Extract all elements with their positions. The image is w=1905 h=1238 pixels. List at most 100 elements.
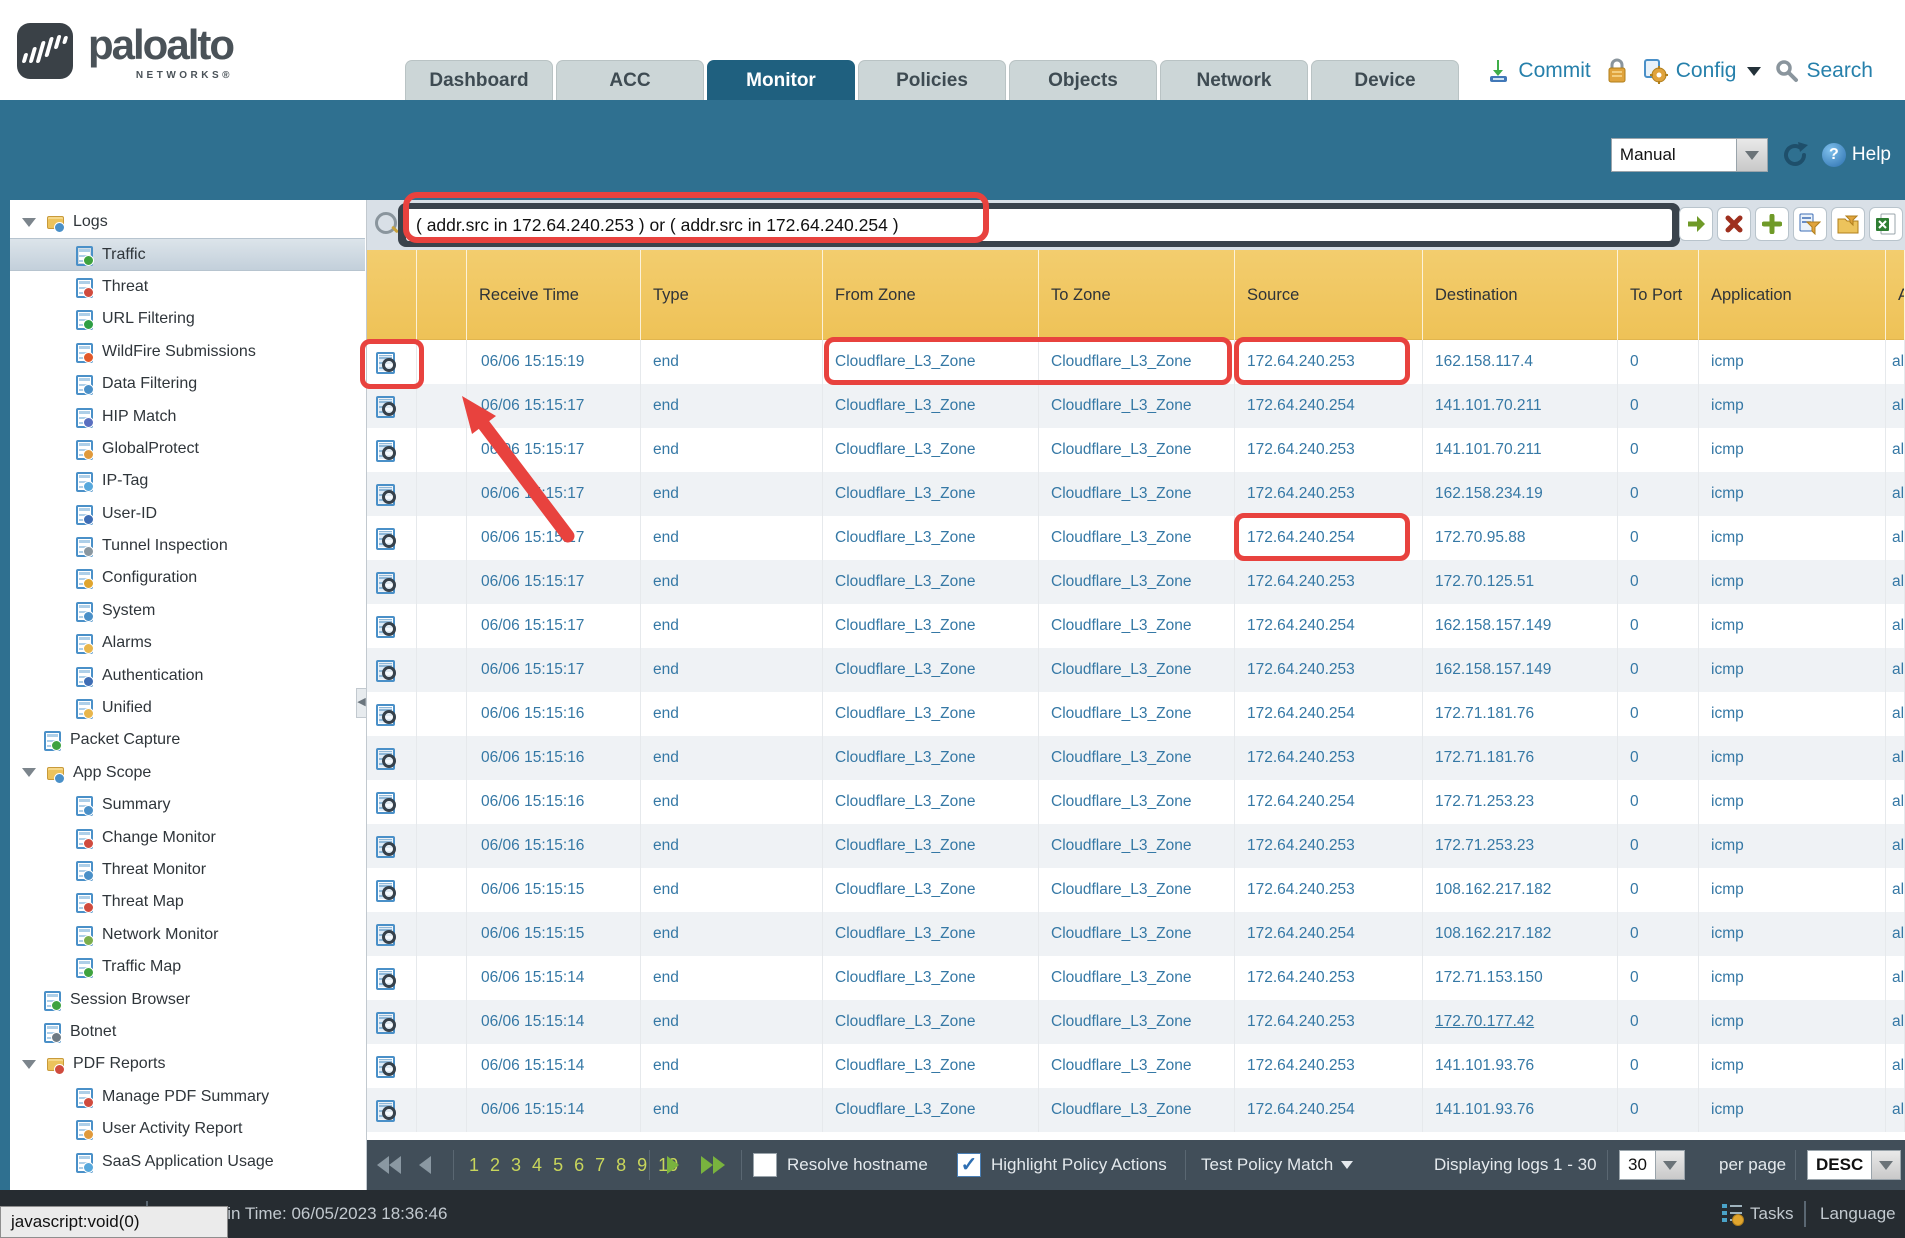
cell-to-port[interactable]: 0 bbox=[1618, 648, 1699, 692]
column-header-to-port[interactable]: To Port bbox=[1618, 250, 1699, 340]
sidebar-item-botnet[interactable]: Botnet bbox=[10, 1016, 365, 1048]
log-detail-icon[interactable] bbox=[376, 1056, 396, 1076]
cell-action[interactable]: allow bbox=[1886, 780, 1905, 824]
sidebar-item-pdf-reports[interactable]: PDF Reports bbox=[10, 1048, 365, 1080]
cell-to-port[interactable]: 0 bbox=[1618, 692, 1699, 736]
cell-source[interactable]: 172.64.240.253 bbox=[1235, 868, 1423, 912]
config-menu[interactable]: Config bbox=[1643, 58, 1762, 84]
column-header-detail[interactable] bbox=[367, 250, 417, 340]
cell-detail[interactable] bbox=[367, 648, 417, 692]
log-detail-icon[interactable] bbox=[376, 528, 396, 548]
sidebar-item-session-browser[interactable]: Session Browser bbox=[10, 983, 365, 1015]
cell-from-zone[interactable]: Cloudflare_L3_Zone bbox=[823, 516, 1039, 560]
sidebar-item-url-filtering[interactable]: URL Filtering bbox=[10, 303, 365, 335]
cell-detail[interactable] bbox=[367, 516, 417, 560]
cell-destination[interactable]: 162.158.157.149 bbox=[1423, 648, 1618, 692]
column-header-receive-time[interactable]: Receive Time bbox=[467, 250, 641, 340]
sidebar-item-saas-application-usage[interactable]: SaaS Application Usage bbox=[10, 1145, 365, 1177]
cell-application[interactable]: icmp bbox=[1699, 340, 1886, 384]
cell-action[interactable]: allow bbox=[1886, 1000, 1905, 1044]
cell-from-zone[interactable]: Cloudflare_L3_Zone bbox=[823, 472, 1039, 516]
sidebar-item-data-filtering[interactable]: Data Filtering bbox=[10, 368, 365, 400]
resolve-hostname-checkbox[interactable] bbox=[753, 1153, 777, 1177]
cell-application[interactable]: icmp bbox=[1699, 824, 1886, 868]
page-number-2[interactable]: 2 bbox=[490, 1140, 500, 1190]
cell-from-zone[interactable]: Cloudflare_L3_Zone bbox=[823, 384, 1039, 428]
cell-from-zone[interactable]: Cloudflare_L3_Zone bbox=[823, 560, 1039, 604]
cell-source[interactable]: 172.64.240.253 bbox=[1235, 428, 1423, 472]
cell-to-zone[interactable]: Cloudflare_L3_Zone bbox=[1039, 1088, 1235, 1132]
cell-action[interactable]: allow bbox=[1886, 340, 1905, 384]
log-detail-icon[interactable] bbox=[376, 396, 396, 416]
log-detail-icon[interactable] bbox=[376, 924, 396, 944]
cell-source[interactable]: 172.64.240.254 bbox=[1235, 692, 1423, 736]
cell-to-port[interactable]: 0 bbox=[1618, 472, 1699, 516]
cell-action[interactable]: allow bbox=[1886, 384, 1905, 428]
cell-from-zone[interactable]: Cloudflare_L3_Zone bbox=[823, 868, 1039, 912]
cell-source[interactable]: 172.64.240.254 bbox=[1235, 384, 1423, 428]
cell-detail[interactable] bbox=[367, 560, 417, 604]
cell-from-zone[interactable]: Cloudflare_L3_Zone bbox=[823, 1044, 1039, 1088]
column-header-type[interactable]: Type bbox=[641, 250, 823, 340]
language-button[interactable]: Language bbox=[1820, 1190, 1896, 1238]
cell-from-zone[interactable]: Cloudflare_L3_Zone bbox=[823, 648, 1039, 692]
log-detail-icon[interactable] bbox=[376, 1100, 396, 1120]
cell-to-zone[interactable]: Cloudflare_L3_Zone bbox=[1039, 428, 1235, 472]
search-button[interactable]: Search bbox=[1775, 59, 1873, 83]
cell-detail[interactable] bbox=[367, 1000, 417, 1044]
cell-detail[interactable] bbox=[367, 692, 417, 736]
cell-application[interactable]: icmp bbox=[1699, 1044, 1886, 1088]
cell-source[interactable]: 172.64.240.253 bbox=[1235, 736, 1423, 780]
log-detail-icon[interactable] bbox=[376, 1012, 396, 1032]
page-number-7[interactable]: 7 bbox=[595, 1140, 605, 1190]
help-button[interactable]: ? Help bbox=[1822, 143, 1891, 167]
sidebar-item-wildfire-submissions[interactable]: WildFire Submissions bbox=[10, 336, 365, 368]
cell-source[interactable]: 172.64.240.254 bbox=[1235, 912, 1423, 956]
column-header-from-zone[interactable]: From Zone bbox=[823, 250, 1039, 340]
cell-to-port[interactable]: 0 bbox=[1618, 868, 1699, 912]
cell-to-port[interactable]: 0 bbox=[1618, 780, 1699, 824]
cell-to-port[interactable]: 0 bbox=[1618, 912, 1699, 956]
cell-source[interactable]: 172.64.240.254 bbox=[1235, 604, 1423, 648]
cell-to-port[interactable]: 0 bbox=[1618, 560, 1699, 604]
sidebar-item-threat[interactable]: Threat bbox=[10, 271, 365, 303]
sidebar-item-app-scope[interactable]: App Scope bbox=[10, 757, 365, 789]
sidebar-item-system[interactable]: System bbox=[10, 595, 365, 627]
column-header-to-zone[interactable]: To Zone bbox=[1039, 250, 1235, 340]
cell-action[interactable]: allow bbox=[1886, 868, 1905, 912]
cell-action[interactable]: allow bbox=[1886, 912, 1905, 956]
log-detail-icon[interactable] bbox=[376, 660, 396, 680]
cell-from-zone[interactable]: Cloudflare_L3_Zone bbox=[823, 428, 1039, 472]
cell-application[interactable]: icmp bbox=[1699, 736, 1886, 780]
page-number-1[interactable]: 1 bbox=[469, 1140, 479, 1190]
cell-to-zone[interactable]: Cloudflare_L3_Zone bbox=[1039, 1000, 1235, 1044]
cell-to-port[interactable]: 0 bbox=[1618, 1044, 1699, 1088]
page-number-5[interactable]: 5 bbox=[553, 1140, 563, 1190]
cell-destination[interactable]: 172.70.177.42 bbox=[1423, 1000, 1618, 1044]
sidebar-collapse-handle[interactable]: ◀ bbox=[356, 688, 367, 718]
cell-destination[interactable]: 162.158.117.4 bbox=[1423, 340, 1618, 384]
cell-action[interactable]: allow bbox=[1886, 736, 1905, 780]
cell-to-port[interactable]: 0 bbox=[1618, 824, 1699, 868]
cell-to-zone[interactable]: Cloudflare_L3_Zone bbox=[1039, 1044, 1235, 1088]
cell-source[interactable]: 172.64.240.253 bbox=[1235, 472, 1423, 516]
cell-action[interactable]: allow bbox=[1886, 472, 1905, 516]
cell-destination[interactable]: 108.162.217.182 bbox=[1423, 912, 1618, 956]
cell-to-zone[interactable]: Cloudflare_L3_Zone bbox=[1039, 736, 1235, 780]
cell-application[interactable]: icmp bbox=[1699, 384, 1886, 428]
sidebar-item-traffic[interactable]: Traffic bbox=[10, 238, 365, 270]
last-page-button[interactable] bbox=[701, 1140, 725, 1190]
test-policy-match-button[interactable]: Test Policy Match bbox=[1201, 1140, 1353, 1190]
log-detail-icon[interactable] bbox=[376, 748, 396, 768]
cell-destination[interactable]: 172.71.253.23 bbox=[1423, 824, 1618, 868]
cell-application[interactable]: icmp bbox=[1699, 604, 1886, 648]
cell-source[interactable]: 172.64.240.254 bbox=[1235, 516, 1423, 560]
sidebar-item-hip-match[interactable]: HIP Match bbox=[10, 400, 365, 432]
cell-application[interactable]: icmp bbox=[1699, 780, 1886, 824]
cell-to-zone[interactable]: Cloudflare_L3_Zone bbox=[1039, 516, 1235, 560]
cell-application[interactable]: icmp bbox=[1699, 472, 1886, 516]
log-detail-icon[interactable] bbox=[376, 704, 396, 724]
cell-action[interactable]: allow bbox=[1886, 604, 1905, 648]
cell-source[interactable]: 172.64.240.253 bbox=[1235, 824, 1423, 868]
cell-detail[interactable] bbox=[367, 868, 417, 912]
